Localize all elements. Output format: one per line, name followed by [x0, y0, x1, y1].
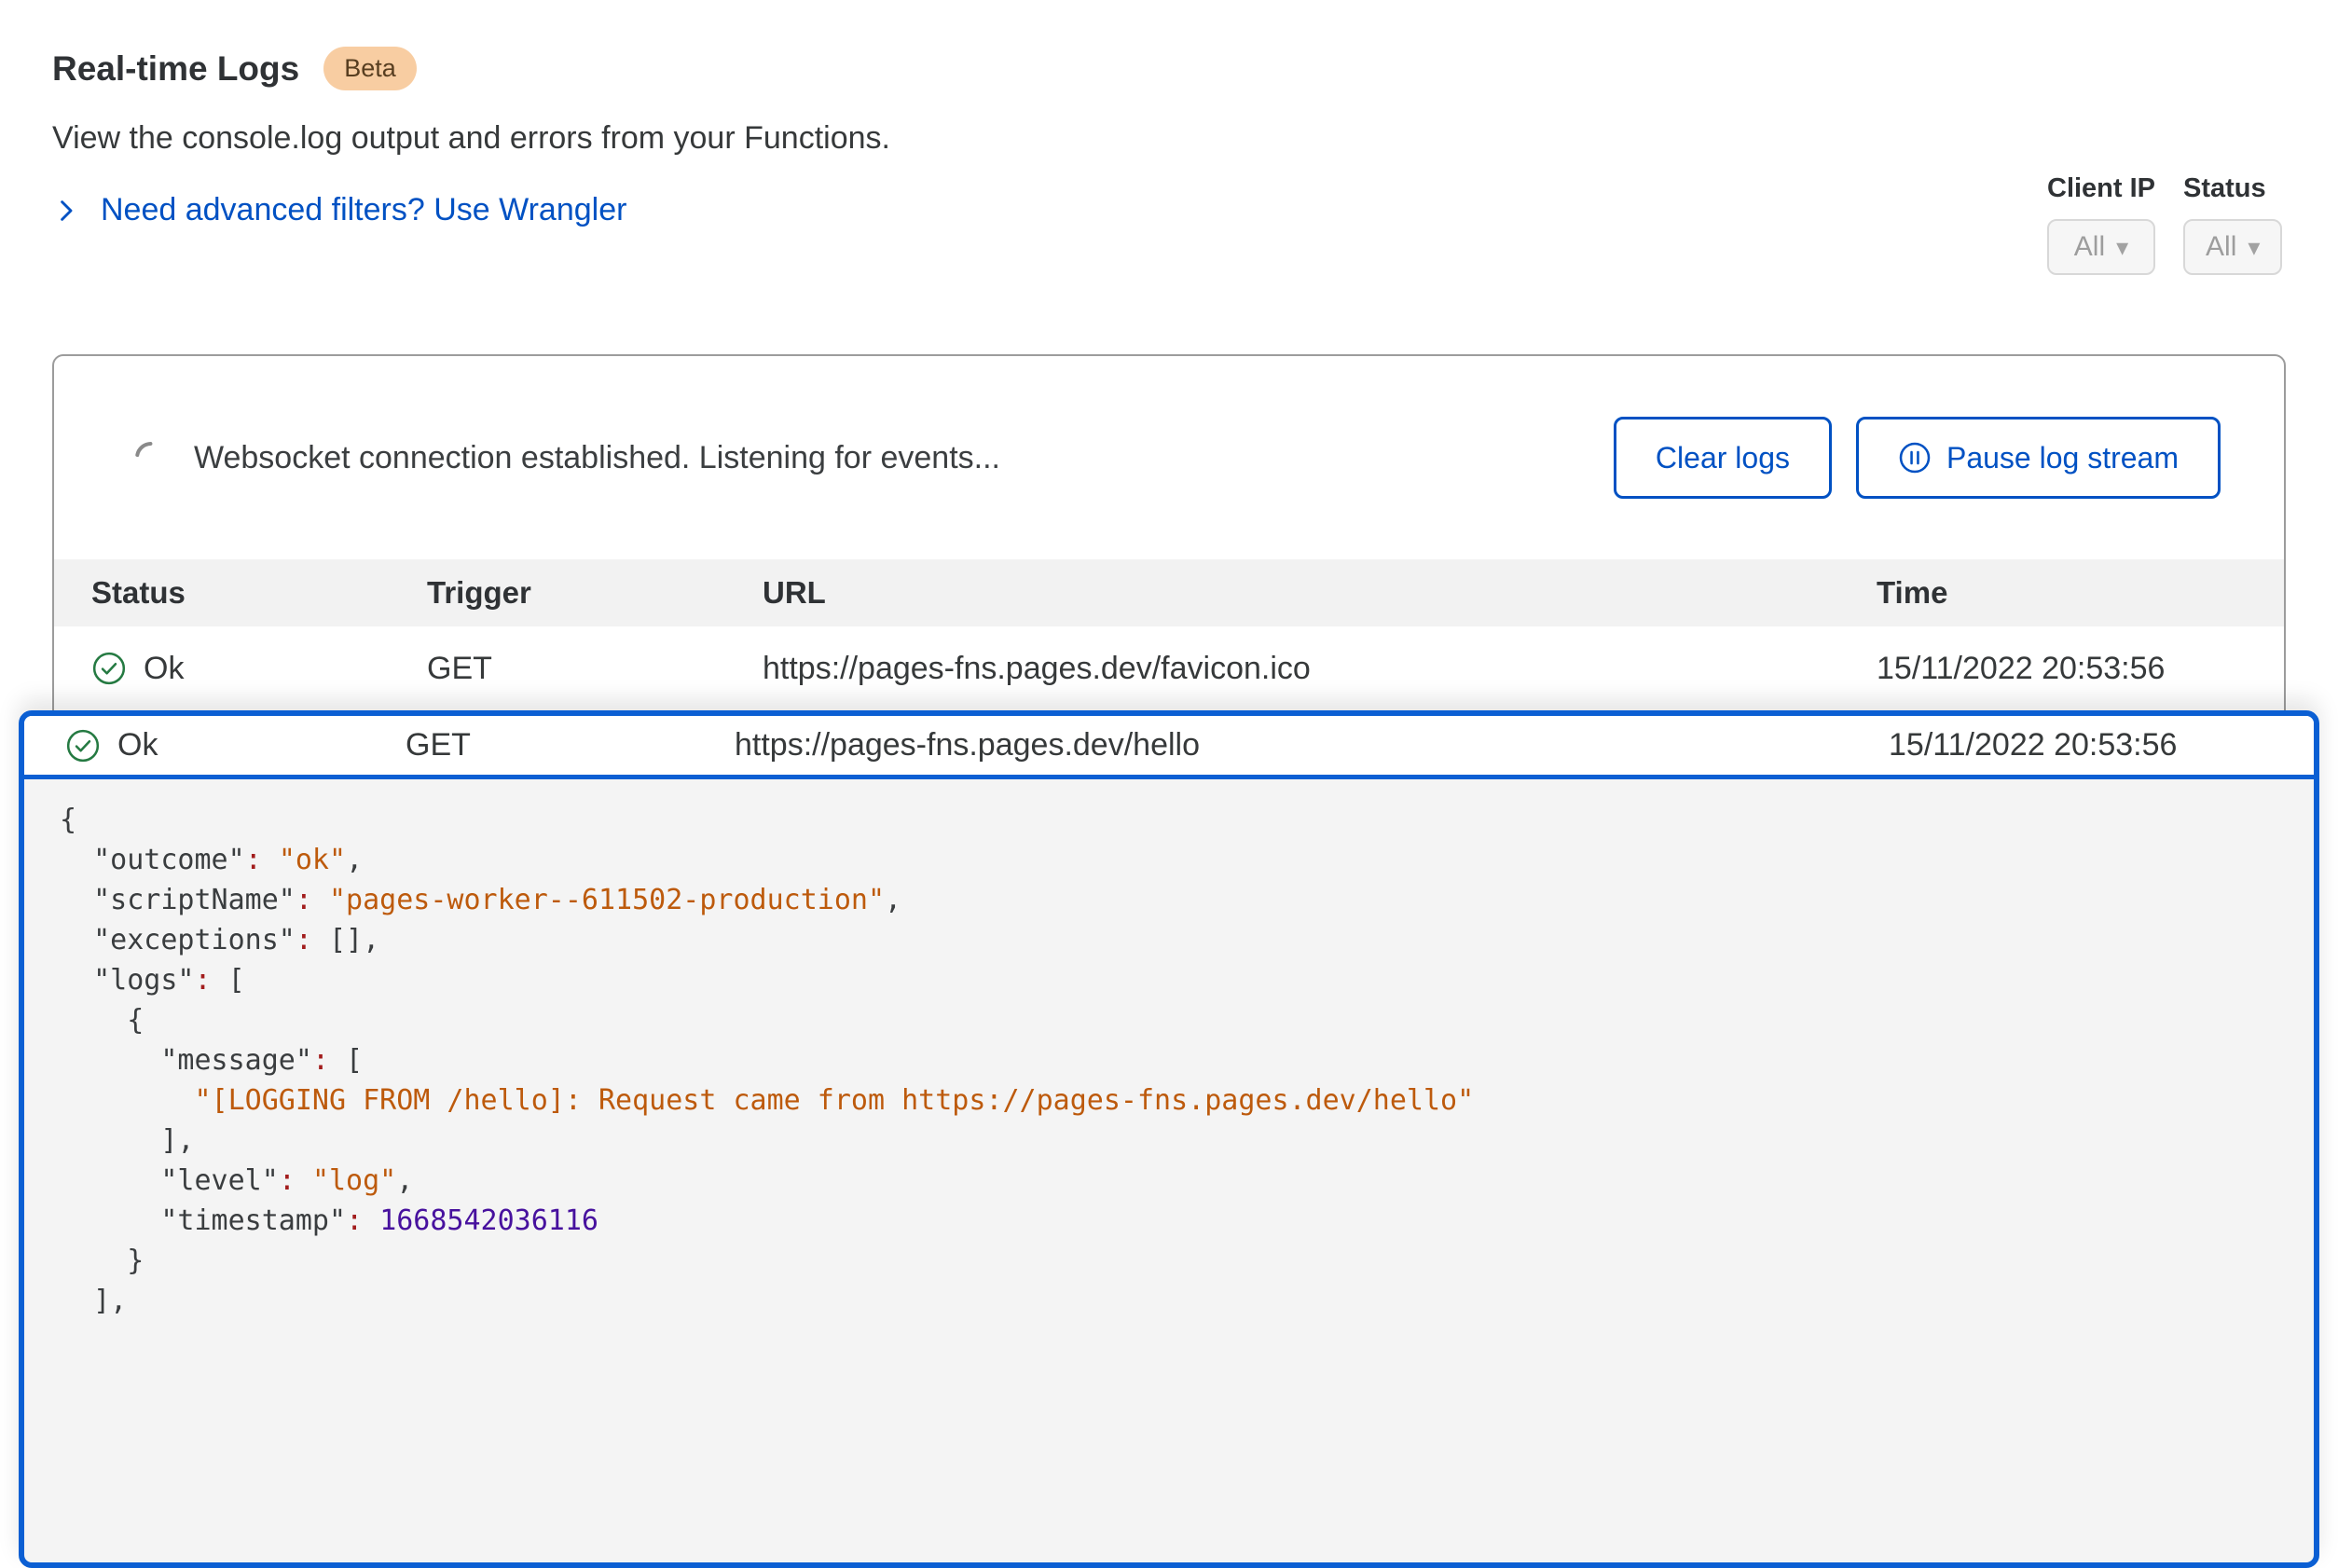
pause-log-stream-button[interactable]: Pause log stream: [1856, 417, 2221, 499]
status-cell: Ok: [65, 727, 406, 763]
url-cell: https://pages-fns.pages.dev/hello: [735, 727, 1889, 763]
page-header: Real-time Logs Beta View the console.log…: [52, 47, 890, 228]
column-header-time: Time: [1877, 575, 2284, 611]
table-header: Status Trigger URL Time: [54, 559, 2284, 626]
caret-down-icon: ▾: [2116, 235, 2128, 259]
stream-status-message: Websocket connection established. Listen…: [194, 440, 1614, 476]
column-header-url: URL: [763, 575, 1877, 611]
column-header-trigger: Trigger: [427, 575, 763, 611]
pause-circle-icon: [1898, 441, 1932, 475]
time-cell: 15/11/2022 20:53:56: [1889, 727, 2314, 763]
filters: Client IP All ▾ Status All ▾: [2047, 173, 2282, 275]
log-actions: Clear logs Pause log stream: [1614, 417, 2221, 499]
client-ip-dropdown[interactable]: All ▾: [2047, 219, 2155, 275]
page-title: Real-time Logs: [52, 49, 299, 89]
status-label: Status: [2183, 173, 2282, 204]
client-ip-filter: Client IP All ▾: [2047, 173, 2155, 275]
log-json: { "outcome": "ok", "scriptName": "pages-…: [24, 779, 2314, 1321]
status-dropdown[interactable]: All ▾: [2183, 219, 2282, 275]
status-value: All: [2206, 231, 2236, 263]
wrangler-link[interactable]: Need advanced filters? Use Wrangler: [52, 192, 890, 228]
stream-status-bar: Websocket connection established. Listen…: [54, 356, 2284, 559]
expanded-log-panel: Ok GET https://pages-fns.pages.dev/hello…: [19, 710, 2319, 1568]
check-circle-icon: [65, 728, 101, 763]
wrangler-link-label: Need advanced filters? Use Wrangler: [101, 192, 626, 228]
caret-down-icon: ▾: [2248, 235, 2260, 259]
status-value: Ok: [144, 651, 184, 687]
status-cell: Ok: [91, 651, 427, 687]
table-row-expanded[interactable]: Ok GET https://pages-fns.pages.dev/hello…: [24, 716, 2314, 779]
beta-badge: Beta: [323, 47, 417, 90]
url-cell: https://pages-fns.pages.dev/favicon.ico: [763, 651, 1877, 687]
column-header-status: Status: [91, 575, 427, 611]
client-ip-label: Client IP: [2047, 173, 2155, 204]
trigger-cell: GET: [406, 727, 735, 763]
client-ip-value: All: [2074, 231, 2105, 263]
clear-logs-button[interactable]: Clear logs: [1614, 417, 1832, 499]
spinner-icon: [132, 439, 170, 476]
clear-logs-label: Clear logs: [1656, 441, 1790, 475]
pause-log-stream-label: Pause log stream: [1946, 441, 2179, 475]
check-circle-icon: [91, 651, 127, 686]
table-row[interactable]: Ok GET https://pages-fns.pages.dev/favic…: [54, 626, 2284, 710]
time-cell: 15/11/2022 20:53:56: [1877, 651, 2284, 687]
page-description: View the console.log output and errors f…: [52, 120, 890, 157]
chevron-right-icon: [52, 197, 80, 225]
status-value: Ok: [117, 727, 158, 763]
status-filter: Status All ▾: [2183, 173, 2282, 275]
trigger-cell: GET: [427, 651, 763, 687]
